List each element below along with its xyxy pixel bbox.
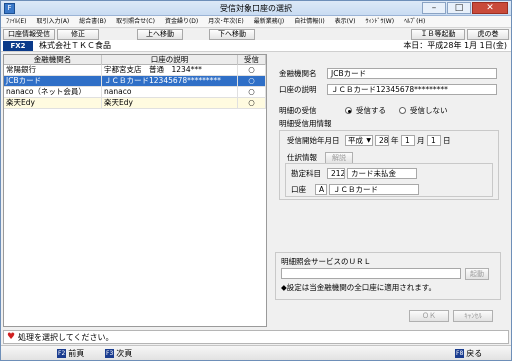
menu-view[interactable]: 表示(V) [330,16,361,27]
status-bar: ♥ 処理を選択してください。 [3,330,509,344]
back-button[interactable]: F8 戻る [455,348,482,359]
bank-label: 金融機関名 [279,69,317,78]
col-bank-header[interactable]: 金融機関名 [4,55,102,65]
menu-window[interactable]: ｳｨﾝﾄﾞｳ(W) [360,16,399,27]
menu-company[interactable]: 自社情報(I) [289,16,329,27]
f8-key-label: F8 [455,349,465,358]
next-page-button[interactable]: F3 次頁 [105,348,132,359]
receive-cell: ○ [238,65,266,75]
desc-cell: ＪＣＢカード12345678********* [102,76,238,86]
company-bar: FX2 株式会社ＴＫＣ食品 本日：平成28年 1月 1日(金) [1,40,511,52]
fx-badge: FX2 [3,41,33,51]
maximize-icon[interactable]: □ [447,2,471,14]
receive-info-title: 明細受信用情報 [279,119,332,128]
receive-on-label[interactable]: 受信する [356,105,386,116]
ok-button[interactable]: ＯＫ [409,310,449,322]
grid-header: 金融機関名 口座の説明 受信 [4,55,266,65]
move-down-button[interactable]: 下へ移動 [209,29,255,40]
function-key-bar: F2 前頁 F3 次頁 F8 戻る [1,345,511,360]
account-desc-field[interactable]: ＪＣＢカード12345678********* [327,84,497,95]
menu-file[interactable]: ﾌｧｲﾙ(E) [1,16,31,27]
close-icon[interactable]: ✕ [472,2,508,14]
table-row-selected[interactable]: JCBカード ＪＣＢカード12345678********* ○ [4,76,266,87]
col-receive-header[interactable]: 受信 [238,55,266,65]
url-field[interactable] [281,268,461,279]
day-unit: 日 [443,136,451,145]
menu-latest[interactable]: 最新業務(J) [249,16,289,27]
receive-cell: ○ [238,98,266,108]
modify-button[interactable]: 修正 [57,29,99,40]
receive-off-label[interactable]: 受信しない [410,105,448,116]
year-unit: 年 [391,136,399,145]
table-row[interactable]: 常陽銀行 宇都宮支店 普通 1234*** ○ [4,65,266,76]
desc-cell: 楽天Edy [102,98,238,108]
menu-monthly[interactable]: 月次･年次(E) [203,16,248,27]
bank-name-field[interactable]: JCBカード [327,68,497,79]
receive-cell: ○ [238,76,266,86]
toolbar: 口座情報受信 修正 上へ移動 下へ移動 ＩＢ等起動 虎の巻 [1,28,511,40]
back-label: 戻る [466,349,483,358]
app-window: F 受信対象口座の選択 – □ ✕ ﾌｧｲﾙ(E) 取引入力(A) 総合書(B)… [0,0,512,361]
prev-page-label: 前頁 [68,349,85,358]
prev-page-button[interactable]: F2 前頁 [57,348,84,359]
desc-label: 口座の説明 [279,85,317,94]
menu-reconcile[interactable]: 取引照合せ(C) [111,16,160,27]
menu-help[interactable]: ﾍﾙﾌﾟ(H) [399,16,430,27]
status-message: 処理を選択してください。 [18,333,114,342]
url-title: 明細照会サービスのＵＲＬ [281,257,371,266]
account-receive-button[interactable]: 口座情報受信 [3,29,55,40]
menu-ledger[interactable]: 総合書(B) [74,16,111,27]
receive-cell: ○ [238,87,266,97]
receive-on-radio[interactable] [345,107,352,114]
bank-cell: nanaco（ネット会員） [4,87,102,97]
menu-bar: ﾌｧｲﾙ(E) 取引入力(A) 総合書(B) 取引照合せ(C) 資金繰り(D) … [1,16,511,28]
col-desc-header[interactable]: 口座の説明 [102,55,238,65]
company-name: 株式会社ＴＫＣ食品 [39,41,111,50]
kamoku-name-field[interactable]: カード未払金 [347,168,417,179]
kamoku-code-field[interactable]: 2123 [327,168,345,179]
account-grid: 金融機関名 口座の説明 受信 常陽銀行 宇都宮支店 普通 1234*** ○ J… [3,54,267,327]
launch-button[interactable]: 起動 [465,268,489,280]
heart-icon: ♥ [7,332,16,342]
era-select[interactable]: 平成 ▼ [345,135,373,146]
month-field[interactable]: 1 [401,135,415,146]
account-label: 口座 [291,185,306,194]
journal-info-label: 仕訳情報 [287,153,317,162]
next-page-label: 次頁 [116,349,133,358]
day-field[interactable]: 1 [427,135,441,146]
title-bar: F 受信対象口座の選択 – □ ✕ [1,1,511,16]
desc-cell: nanaco [102,87,238,97]
receive-label: 明細の受信 [279,106,317,115]
receive-off-radio[interactable] [399,107,406,114]
start-date-label: 受信開始年月日 [287,136,340,145]
url-note: ◆設定は当金融機関の全口座に適用されます。 [281,283,437,292]
ib-launch-button[interactable]: ＩＢ等起動 [411,29,465,40]
month-unit: 月 [417,136,425,145]
account-name-field[interactable]: ＪＣＢカード [329,184,419,195]
menu-cashflow[interactable]: 資金繰り(D) [160,16,203,27]
era-value: 平成 [348,136,363,145]
move-up-button[interactable]: 上へ移動 [137,29,183,40]
table-row[interactable]: nanaco（ネット会員） nanaco ○ [4,87,266,98]
bank-cell: 楽天Edy [4,98,102,108]
account-code-field[interactable]: A [315,184,327,195]
f3-key-label: F3 [105,349,115,358]
year-field[interactable]: 28 [375,135,389,146]
table-row[interactable]: 楽天Edy 楽天Edy ○ [4,98,266,109]
cancel-button[interactable]: ｷｬﾝｾﾙ [453,310,493,322]
window-controls: – □ ✕ [421,2,508,14]
menu-entry[interactable]: 取引入力(A) [31,16,74,27]
minimize-icon[interactable]: – [422,2,446,14]
desc-cell: 宇都宮支店 普通 1234*** [102,65,238,75]
kamoku-label: 勘定科目 [291,169,321,178]
bank-cell: JCBカード [4,76,102,86]
chevron-down-icon: ▼ [366,137,371,144]
bank-cell: 常陽銀行 [4,65,102,75]
today-date: 本日：平成28年 1月 1日(金) [403,41,507,50]
f2-key-label: F2 [57,349,67,358]
tora-button[interactable]: 虎の巻 [467,29,509,40]
